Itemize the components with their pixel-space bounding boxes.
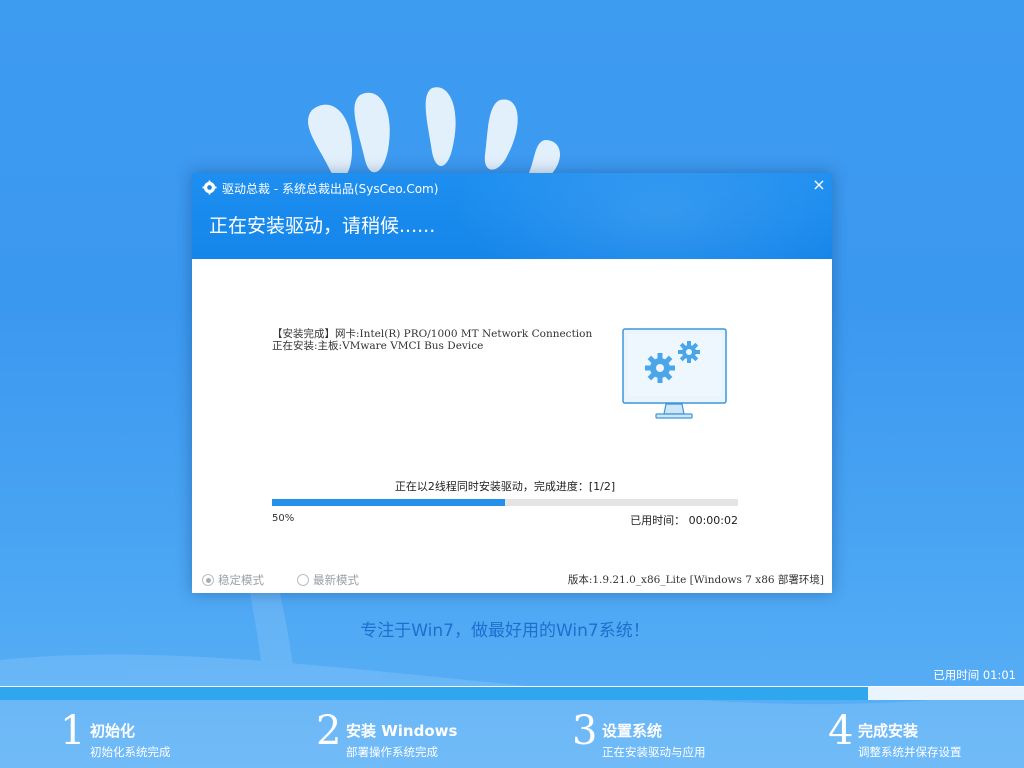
step-number: 1 [60, 708, 86, 754]
stable-mode-label: 稳定模式 [218, 573, 264, 587]
step-title: 完成安装 [858, 722, 919, 740]
radio-selected-icon[interactable] [202, 574, 214, 586]
step-title: 设置系统 [602, 722, 663, 740]
elapsed-value: 00:00:02 [688, 514, 738, 527]
step-number: 2 [316, 708, 342, 754]
latest-mode-label: 最新模式 [313, 573, 359, 587]
install-log: 【安装完成】网卡:Intel(R) PRO/1000 MT Network Co… [272, 328, 592, 352]
step-number: 4 [828, 708, 854, 754]
step-subtitle: 部署操作系统完成 [346, 745, 438, 759]
log-line: 正在安装:主板:VMware VMCI Bus Device [272, 340, 484, 352]
version-info: 版本:1.9.21.0_x86_Lite [Windows 7 x86 部署环境… [567, 574, 824, 586]
latest-mode-radio[interactable]: 最新模式 [297, 572, 359, 588]
log-line: 【安装完成】网卡:Intel(R) PRO/1000 MT Network Co… [272, 328, 593, 340]
dialog-header: 驱动总裁 - 系统总裁出品(SysCeo.Com) × 正在安装驱动，请稍候..… [192, 173, 832, 259]
step-subtitle: 正在安装驱动与应用 [602, 745, 706, 759]
step-title: 安装 Windows [346, 722, 458, 740]
monitor-gears-icon [622, 328, 727, 419]
step-title: 初始化 [90, 722, 136, 740]
slogan: 专注于Win7，做最好用的Win7系统！ [360, 621, 650, 641]
stable-mode-radio[interactable]: 稳定模式 [202, 572, 264, 588]
driver-install-dialog: 驱动总裁 - 系统总裁出品(SysCeo.Com) × 正在安装驱动，请稍候..… [192, 173, 832, 593]
progress-caption: 正在以2线程同时安装驱动，完成进度：[1/2] [394, 480, 616, 493]
gear-logo-icon [202, 180, 217, 195]
install-steps: 1 初始化 初始化系统完成 2 安装 Windows 部署操作系统完成 3 设置… [0, 702, 1024, 768]
step-number: 3 [572, 708, 598, 754]
overall-progress-fill [0, 687, 869, 700]
driver-progress-fill [272, 499, 505, 506]
driver-progress-bar [272, 499, 738, 506]
step-subtitle: 初始化系统完成 [90, 745, 171, 759]
step-subtitle: 调整系统并保存设置 [858, 745, 962, 759]
total-elapsed-time: 已用时间 01:01 [933, 668, 1016, 682]
radio-unselected-icon[interactable] [297, 574, 309, 586]
elapsed-label: 已用时间： [630, 514, 686, 527]
elapsed-time: 已用时间： 00:00:02 [630, 512, 738, 528]
window-title: 驱动总裁 - 系统总裁出品(SysCeo.Com) [222, 182, 439, 196]
progress-percent: 50% [272, 513, 295, 524]
close-icon[interactable]: × [806, 173, 832, 197]
overall-progress-bar [0, 686, 1024, 700]
dialog-heading: 正在安装驱动，请稍候...... [209, 215, 436, 237]
